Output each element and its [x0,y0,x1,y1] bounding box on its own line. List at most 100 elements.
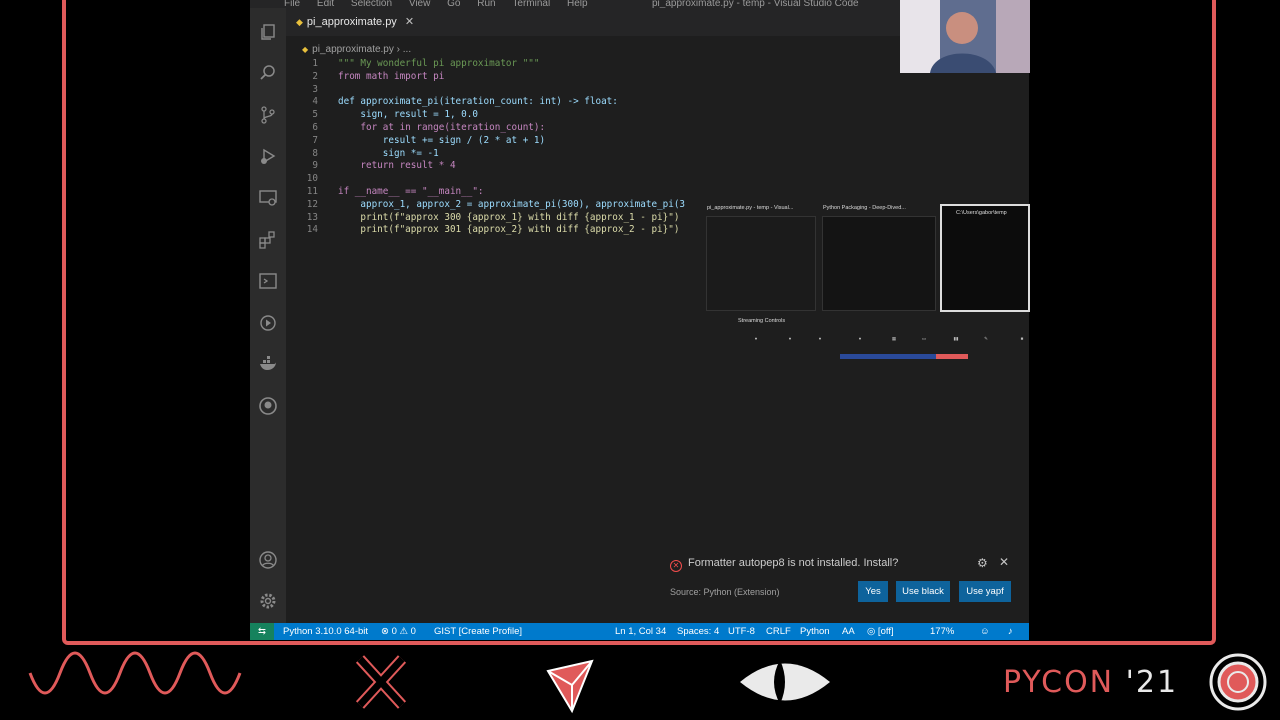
speaker-webcam [900,0,1030,73]
annotate-icon[interactable]: ✎ [974,336,998,342]
explorer-icon[interactable] [258,22,278,42]
python-file-icon: ◆ [296,17,303,27]
remote-control-icon[interactable]: ■ [1010,336,1034,341]
pycon-word: PYCON [1003,665,1115,700]
switcher-window-vscode[interactable]: pi_approximate.py - temp - Visual... [706,205,816,311]
end-of-line[interactable]: CRLF [766,623,791,640]
line-number: 1 [312,58,318,69]
line-number: 5 [312,109,318,121]
line-number: 9 [312,160,318,172]
code-text: approx_1, approx_2 = approximate_pi(300)… [338,198,686,210]
code-line: 4 def approximate_pi(iteration_count: int… [286,96,706,109]
code-line: 9 return result * 4 [286,160,706,173]
code-text: sign *= -1 [338,147,439,159]
use-black-button[interactable]: Use black [896,581,950,602]
switcher-window-title: C:\Users\gabor\temp [956,210,1007,216]
scene-icon[interactable]: ● [808,336,832,341]
code-text: sign, result = 1, 0.0 [338,109,478,121]
switch-scene-icon[interactable]: ● [848,336,872,341]
streaming-controls: Streaming Controls ● ● ● ● ▦ ▭ ▮▮ ✎ ■ [704,318,1030,364]
breadcrumb-rest[interactable]: › ... [397,44,411,55]
notifications-bell-icon[interactable]: ♪ [1008,623,1013,640]
line-number: 13 [306,211,318,223]
encoding[interactable]: UTF-8 [728,623,755,640]
extensions-icon[interactable] [258,230,278,250]
activity-bar [250,8,286,623]
notification-source: Source: Python (Extension) [670,587,780,597]
menu-help[interactable]: Help [567,0,588,8]
code-line: 3 [286,84,706,97]
mic-icon[interactable]: ● [744,336,768,341]
line-number: 11 [306,185,318,197]
source-control-icon[interactable] [258,105,278,125]
layout-icon[interactable]: ▦ [882,336,906,342]
x-mark-decoration [355,655,407,709]
problems-count[interactable]: ⊗ 0 ⚠ 0 [381,623,416,640]
docker-icon[interactable] [258,354,278,374]
remote-explorer-icon[interactable] [258,188,278,208]
notification-close-icon[interactable]: ✕ [999,555,1009,569]
code-text: """ My wonderful pi approximator """ [338,58,540,69]
menu-file[interactable]: File [284,0,300,8]
account-icon[interactable] [258,550,278,570]
screen-share-icon[interactable]: ▭ [912,336,936,342]
menu-selection[interactable]: Selection [351,0,392,8]
code-text: if __name__ == "__main__": [338,185,484,197]
code-line: 11 if __name__ == "__main__": [286,186,706,199]
triangle-decoration [546,659,594,714]
code-text: from math import pi [338,70,445,82]
close-tab-icon[interactable]: ✕ [405,16,414,28]
notification-message-row: ✕ Formatter autopep8 is not installed. In… [670,557,898,572]
code-text: def approximate_pi(iteration_count: int)… [338,96,618,108]
window-title: pi_approximate.py - temp - Visual Studio… [652,0,859,8]
gist-profile[interactable]: GIST [Create Profile] [434,623,522,640]
code-line: 5 sign, result = 1, 0.0 [286,109,706,122]
menu-terminal[interactable]: Terminal [512,0,550,8]
line-number: 2 [312,70,318,82]
cursor-position[interactable]: Ln 1, Col 34 [615,623,666,640]
github-icon[interactable] [258,396,278,416]
line-number: 14 [306,224,318,236]
line-number: 6 [312,121,318,133]
notification-gear-icon[interactable]: ⚙ [977,556,988,570]
notification-message: Formatter autopep8 is not installed. Ins… [688,557,899,569]
yes-button[interactable]: Yes [858,581,888,602]
menu-run[interactable]: Run [477,0,495,8]
line-number: 7 [312,134,318,146]
line-number: 8 [312,147,318,159]
code-text: print(f"approx 300 {approx_1} with diff … [338,211,680,223]
live-share-status[interactable]: ◎ [off] [867,623,894,640]
switcher-window-terminal[interactable]: C:\Users\gabor\temp [940,204,1030,312]
use-yapf-button[interactable]: Use yapf [959,581,1011,602]
wave-decoration [28,651,242,695]
line-number: 3 [312,83,318,95]
switcher-window-browser[interactable]: Python Packaging - Deep-Dived... [822,205,936,311]
code-line: 6 for at in range(iteration_count): [286,122,706,135]
search-icon[interactable] [258,63,278,83]
menu-view[interactable]: View [409,0,431,8]
code-line: 12 approx_1, approx_2 = approximate_pi(3… [286,199,706,212]
code-editor[interactable]: 1 """ My wonderful pi approximator """ 2 f… [286,58,706,237]
switcher-window-title: Python Packaging - Deep-Dived... [823,205,906,211]
python-interpreter[interactable]: Python 3.10.0 64-bit [283,623,368,640]
zoom-level[interactable]: 177% [930,623,954,640]
remote-indicator-icon[interactable]: ⇆ [250,623,274,640]
indentation[interactable]: Spaces: 4 [677,623,719,640]
font-size-indicator[interactable]: AA [842,623,855,640]
feedback-icon[interactable]: ☺ [980,623,990,640]
eye-decoration [740,660,830,704]
video-icon[interactable]: ● [778,336,802,341]
menu-go[interactable]: Go [447,0,460,8]
language-mode[interactable]: Python [800,623,830,640]
code-line: 14 print(f"approx 301 {approx_2} with di… [286,224,706,237]
pause-icon[interactable]: ▮▮ [944,336,968,342]
run-debug-icon[interactable] [258,146,278,166]
play-icon[interactable] [258,313,278,333]
terminal-panel-icon[interactable] [258,271,278,291]
menu-edit[interactable]: Edit [317,0,334,8]
breadcrumb-file[interactable]: pi_approximate.py [312,44,394,55]
settings-gear-icon[interactable] [258,591,278,611]
code-text: print(f"approx 301 {approx_2} with diff … [338,224,680,236]
tab-pi-approximate[interactable]: ◆ pi_approximate.py ✕ [296,8,422,36]
code-line: 7 result += sign / (2 * at + 1) [286,135,706,148]
